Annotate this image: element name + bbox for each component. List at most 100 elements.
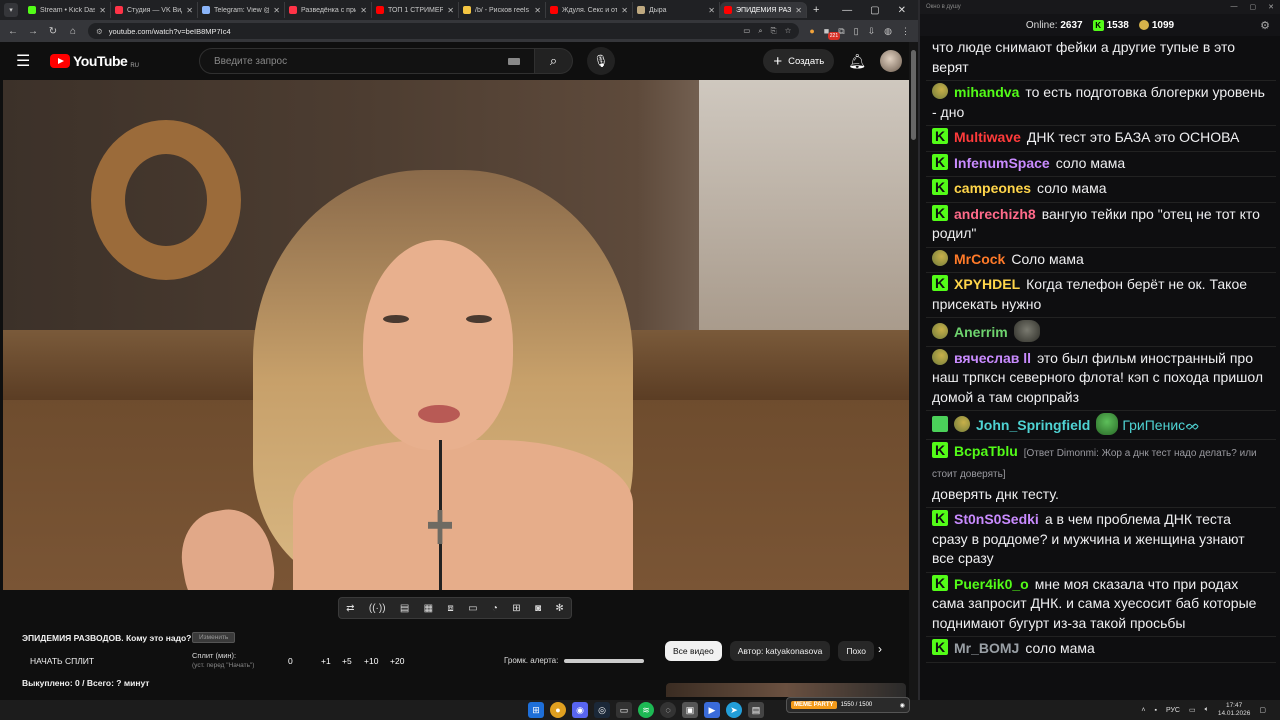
tab-close-icon[interactable]: ✕ <box>99 6 106 15</box>
video-player[interactable] <box>3 80 909 590</box>
maximize-icon[interactable]: ▢ <box>870 5 879 16</box>
pc-icon[interactable]: ▤ <box>748 702 764 718</box>
screenshot-icon[interactable]: ◙ <box>535 603 541 614</box>
youtube-logo[interactable]: YouTube RU <box>50 53 139 69</box>
chat-username[interactable]: MrCock <box>954 251 1005 267</box>
reload-icon[interactable]: ↻ <box>48 26 58 37</box>
tray-chevron-icon[interactable]: ˄ <box>1141 707 1145 714</box>
settings-gear-icon[interactable]: ✻ <box>555 603 563 614</box>
tab-close-icon[interactable]: ✕ <box>360 6 367 15</box>
profile-icon[interactable]: ◍ <box>884 26 892 37</box>
tab-close-icon[interactable]: ✕ <box>621 6 628 15</box>
browser-tab[interactable]: ТОП 1 СТРИМЕР В✕ <box>372 2 459 18</box>
avatar[interactable] <box>880 50 902 72</box>
chevron-right-icon[interactable]: › <box>878 642 882 656</box>
playlist-icon[interactable]: ▤ <box>400 603 409 614</box>
new-tab-icon[interactable]: + <box>813 4 819 16</box>
increment-5-button[interactable]: +5 <box>342 656 352 666</box>
search-button[interactable]: ⌕ <box>534 48 573 74</box>
chat-username[interactable]: вячеслав ll <box>954 350 1031 366</box>
bookmark-icon[interactable]: ☆ <box>785 26 792 36</box>
increment-1-button[interactable]: +1 <box>321 656 331 666</box>
chat-settings-icon[interactable]: ⚙ <box>1260 19 1270 32</box>
loop-icon[interactable]: ⇄ <box>346 603 354 614</box>
chat-close-icon[interactable]: ✕ <box>1268 3 1274 11</box>
sidepanel-icon[interactable]: ▯ <box>854 26 859 37</box>
site-info-icon[interactable]: ⚙ <box>96 27 103 36</box>
browser-tab[interactable]: ЭПИДЕМИЯ РАЗВ ✕ <box>720 2 807 18</box>
chrome-icon[interactable]: ● <box>550 702 566 718</box>
theater-icon[interactable]: ▭ <box>468 603 477 614</box>
notifications-bell-icon[interactable]: 🔔︎ <box>848 53 866 70</box>
menu-dots-icon[interactable]: ⋮ <box>901 26 910 37</box>
chat-username[interactable]: Mr_BOMJ <box>954 640 1019 656</box>
chat-username[interactable]: Multiwave <box>954 129 1021 145</box>
chat-username[interactable]: St0nS0Sedki <box>954 511 1039 527</box>
download-icon[interactable]: ⇩ <box>868 26 876 37</box>
chat-username[interactable]: Puer4ik0_o <box>954 576 1029 592</box>
zoom-icon[interactable]: ⌕ <box>758 26 762 36</box>
tab-close-icon[interactable]: ✕ <box>273 6 280 15</box>
tab-close-icon[interactable]: ✕ <box>186 6 193 15</box>
chip-author[interactable]: Автор: katyakonasova <box>729 641 831 661</box>
notifications-icon[interactable]: ▢ <box>1259 706 1266 714</box>
increment-20-button[interactable]: +20 <box>390 656 404 666</box>
translate-icon[interactable]: ⎘ <box>771 26 777 36</box>
chat-username[interactable]: mihandva <box>954 84 1019 100</box>
chat-maximize-icon[interactable]: ▢ <box>1250 3 1257 11</box>
tab-search-icon[interactable]: ▾ <box>4 3 18 17</box>
home-icon[interactable]: ⌂ <box>68 26 78 37</box>
spotify-icon[interactable]: ≋ <box>638 702 654 718</box>
alert-volume-slider[interactable] <box>564 659 644 663</box>
app-icon[interactable]: ▣ <box>682 702 698 718</box>
chat-minimize-icon[interactable]: — <box>1231 3 1238 11</box>
scrollbar[interactable] <box>909 42 918 700</box>
address-bar[interactable]: ⚙ youtube.com/watch?v=beIB8MP7Ic4 ▭ ⌕ ⎘ … <box>88 23 800 39</box>
create-button[interactable]: + Создать <box>763 49 835 73</box>
add-to-queue-icon[interactable]: ⊞ <box>512 603 520 614</box>
increment-10-button[interactable]: +10 <box>364 656 378 666</box>
picture-in-picture-icon[interactable]: ⧈ <box>447 603 453 614</box>
browser-tab[interactable]: Студия — VK Виде ✕ <box>111 2 198 18</box>
obs-icon[interactable]: ◌ <box>660 702 676 718</box>
tray-app-icon[interactable]: ▪ <box>1154 707 1156 714</box>
browser-tab[interactable]: Ждуля. Секс и от ✕ <box>546 2 633 18</box>
steam-icon[interactable]: ◎ <box>594 702 610 718</box>
tab-close-icon[interactable]: ✕ <box>447 6 454 15</box>
start-split-button[interactable]: НАЧАТЬ СПЛИТ <box>30 656 94 666</box>
split-value[interactable]: 0 <box>288 656 293 666</box>
scrollbar-thumb[interactable] <box>911 50 916 140</box>
windows-start-icon[interactable]: ⊞ <box>528 702 544 718</box>
hamburger-menu-icon[interactable]: ☰ <box>16 51 36 71</box>
browser-tab[interactable]: Дырa ✕ <box>633 2 720 18</box>
chat-username[interactable]: XPYHDEL <box>954 276 1020 292</box>
chat-username[interactable]: InfenumSpace <box>954 155 1050 171</box>
chat-username[interactable]: Anerrim <box>954 324 1008 340</box>
tab-close-icon[interactable]: ✕ <box>708 6 715 15</box>
film-icon[interactable]: ▦ <box>424 603 433 614</box>
cast-icon[interactable]: ▭ <box>743 26 750 36</box>
extension-red-icon[interactable]: ■ 221 <box>824 26 841 40</box>
browser-tab[interactable]: Telegram: View @F ✕ <box>198 2 285 18</box>
back-icon[interactable]: ← <box>8 26 18 37</box>
language-indicator[interactable]: РУС <box>1166 707 1180 714</box>
video-thumbnail[interactable] <box>666 683 906 697</box>
keyboard-icon[interactable] <box>507 57 520 65</box>
chat-username[interactable]: andrechizh8 <box>954 206 1036 222</box>
speed-icon[interactable]: ◔ <box>492 603 498 614</box>
voice-search-button[interactable]: 🎙︎ <box>586 47 615 75</box>
player-icon[interactable]: ▶ <box>704 702 720 718</box>
meme-party-widget[interactable]: MEME PARTY 1550 / 1500 ◉ <box>786 697 910 713</box>
tab-close-icon[interactable]: ✕ <box>795 6 802 15</box>
forward-icon[interactable]: → <box>28 26 38 37</box>
search-input[interactable]: Введите запрос <box>198 48 535 74</box>
edit-title-button[interactable]: Изменить <box>192 632 236 643</box>
browser-tab[interactable]: Stream • Kick Dash ✕ <box>24 2 111 18</box>
chat-username[interactable]: campeones <box>954 180 1031 196</box>
browser-tab[interactable]: Разведёнка с при ✕ <box>285 2 372 18</box>
minimize-icon[interactable]: — <box>842 5 852 16</box>
volume-icon[interactable]: 🔈︎ <box>1205 706 1209 714</box>
chat-username[interactable]: BcpaTblu <box>954 443 1018 459</box>
broadcast-icon[interactable]: ((·)) <box>369 603 386 614</box>
browser-tab[interactable]: /b/ - Рисков reels ✕ <box>459 2 546 18</box>
